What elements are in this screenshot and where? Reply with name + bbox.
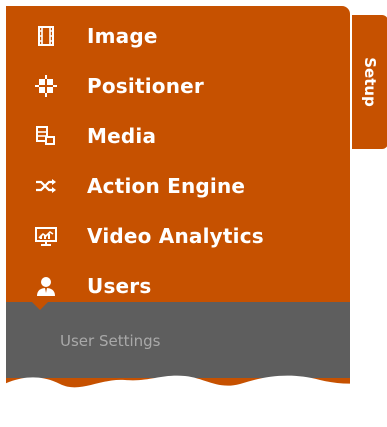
menu-item-label: Media bbox=[87, 124, 157, 148]
menu-item-media[interactable]: Media bbox=[6, 111, 350, 161]
torn-edge-overlay bbox=[0, 375, 387, 427]
menu-item-label: Users bbox=[87, 274, 152, 298]
users-submenu: User Settings bbox=[6, 301, 350, 378]
media-files-icon bbox=[32, 122, 60, 150]
shuffle-arrows-icon bbox=[32, 172, 60, 200]
menu-item-label: Video Analytics bbox=[87, 224, 264, 248]
submenu-pointer bbox=[31, 301, 49, 310]
setup-side-tab[interactable]: Setup bbox=[352, 15, 387, 149]
menu-item-label: Action Engine bbox=[87, 174, 246, 198]
user-icon bbox=[32, 272, 60, 300]
film-frame-icon bbox=[32, 22, 60, 50]
setup-tab-label: Setup bbox=[361, 57, 380, 107]
main-menu-panel: Image Positioner Media Action Engine Vid… bbox=[6, 6, 350, 427]
submenu-item-user-settings[interactable]: User Settings bbox=[60, 332, 160, 350]
menu-item-positioner[interactable]: Positioner bbox=[6, 61, 350, 111]
menu-item-label: Positioner bbox=[87, 74, 204, 98]
menu-item-video-analytics[interactable]: Video Analytics bbox=[6, 211, 350, 261]
menu-item-image[interactable]: Image bbox=[6, 11, 350, 61]
menu-item-label: Image bbox=[87, 24, 158, 48]
menu-item-action-engine[interactable]: Action Engine bbox=[6, 161, 350, 211]
crosshair-target-icon bbox=[32, 72, 60, 100]
monitor-chart-icon bbox=[32, 222, 60, 250]
